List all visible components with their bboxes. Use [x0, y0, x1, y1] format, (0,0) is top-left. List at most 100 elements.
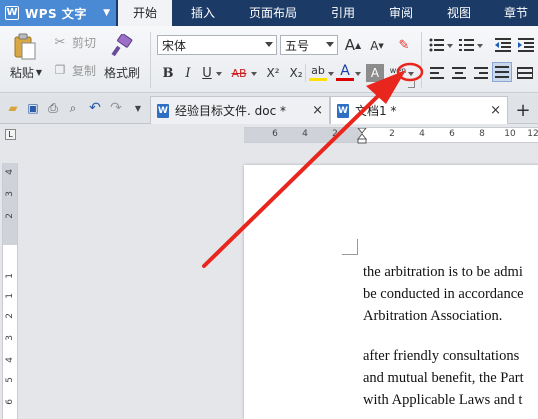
bold-button[interactable]: B — [159, 64, 177, 82]
paragraph-line: with Applicable Laws and t — [363, 392, 523, 408]
horizontal-ruler-row: L 6 4 2 2 4 6 8 10 12 — [0, 125, 538, 145]
ruler-number: 2 — [332, 129, 338, 139]
doc-tab-title: 经验目标文件. doc * — [175, 104, 287, 118]
ruler-number: 2 — [389, 129, 395, 139]
phonetic-label: wén — [389, 65, 407, 75]
font-size-value: 五号 — [285, 38, 310, 53]
align-right-icon[interactable] — [472, 64, 490, 82]
more-font-options-icon[interactable] — [408, 72, 414, 76]
copy-icon: ❐ — [54, 63, 66, 77]
open-folder-icon[interactable]: ▰ — [5, 100, 21, 116]
doc-tab-1[interactable]: W 经验目标文件. doc * × — [150, 96, 330, 124]
numbering-dropdown-icon[interactable] — [477, 44, 483, 48]
shrink-font-button[interactable]: A ▼ — [368, 37, 386, 55]
close-icon[interactable]: × — [312, 103, 323, 118]
chevron-down-icon — [265, 42, 273, 47]
bullet-list-icon[interactable] — [428, 36, 446, 54]
vertical-ruler[interactable]: 4 3 2 1 1 2 3 4 5 6 — [2, 163, 18, 419]
font-size-combo[interactable]: 五号 — [280, 35, 338, 55]
down-arrow-icon: ▼ — [378, 42, 384, 50]
ruler-number: 3 — [5, 335, 15, 341]
tab-review[interactable]: 审阅 — [376, 0, 426, 26]
ruler-number: 4 — [302, 129, 308, 139]
paragraph-line: and mutual benefit, the Part — [363, 370, 524, 386]
doc-tab-2[interactable]: W 文档1 * × — [330, 96, 508, 124]
tab-references[interactable]: 引用 — [318, 0, 368, 26]
paste-button[interactable]: 粘贴 ▼ — [6, 64, 46, 80]
paragraph-line: the arbitration is to be admi — [363, 264, 523, 280]
wps-logo-icon: W — [5, 6, 19, 20]
highlight-button[interactable]: ab — [309, 63, 327, 81]
decrease-indent-icon[interactable] — [494, 36, 512, 54]
ruler-number: 4 — [5, 169, 15, 175]
chevron-down-icon — [326, 42, 334, 47]
undo-icon[interactable]: ↶ — [87, 100, 103, 116]
distributed-align-icon[interactable] — [516, 64, 534, 82]
font-name-combo[interactable]: 宋体 — [157, 35, 277, 55]
ruler-number: 3 — [5, 191, 15, 197]
align-center-icon[interactable] — [450, 64, 468, 82]
tab-stop-selector[interactable]: L — [5, 129, 16, 140]
subscript-button[interactable]: X₂ — [285, 64, 307, 82]
ruler-number: 6 — [449, 129, 455, 139]
ruler-number: 2 — [5, 313, 15, 319]
highlight-dropdown-icon[interactable] — [328, 72, 334, 76]
app-menu-button[interactable]: W WPS 文字 ▼ — [0, 0, 116, 26]
tab-home[interactable]: 开始 — [118, 0, 172, 26]
ruler-number: 1 — [5, 273, 15, 279]
strike-dropdown-icon[interactable] — [251, 72, 257, 76]
ruler-number: 1 — [5, 293, 15, 299]
ruler-number: 10 — [504, 129, 516, 139]
underline-button[interactable]: U — [198, 64, 216, 82]
redo-icon[interactable]: ↷ — [108, 100, 124, 116]
copy-button[interactable]: 复制 — [70, 62, 98, 78]
scissors-icon: ✂ — [54, 34, 66, 50]
print-preview-icon[interactable]: ⌕ — [65, 100, 81, 116]
up-arrow-icon: ▲ — [355, 40, 362, 50]
format-painter-icon[interactable] — [108, 32, 136, 60]
format-painter-button[interactable]: 格式刷 — [102, 64, 142, 80]
font-color-dropdown-icon[interactable] — [355, 72, 361, 76]
ribbon-separator — [421, 32, 422, 88]
align-left-icon[interactable] — [428, 64, 446, 82]
clear-format-icon[interactable]: ✎ — [395, 36, 413, 54]
paste-icon[interactable] — [10, 32, 40, 62]
wps-writer-window: { "app": {"logo": "W", "name": "WPS 文字",… — [0, 0, 538, 419]
doc-tab-title: 文档1 * — [355, 104, 397, 118]
grow-font-button[interactable]: A ▲ — [344, 36, 362, 54]
document-page[interactable]: the arbitration is to be admi be conduct… — [244, 165, 538, 419]
paste-chevron-icon: ▼ — [35, 67, 43, 77]
strikethrough-button[interactable]: AB — [227, 64, 251, 82]
close-icon[interactable]: × — [490, 103, 501, 118]
indent-marker-icon[interactable] — [357, 128, 367, 144]
char-shading-button[interactable]: A — [366, 64, 384, 82]
font-name-value: 宋体 — [162, 38, 187, 53]
bullet-dropdown-icon[interactable] — [447, 44, 453, 48]
phonetic-guide-button[interactable]: wén — [389, 61, 407, 79]
horizontal-ruler[interactable]: 6 4 2 2 4 6 8 10 12 — [244, 127, 538, 144]
ruler-number: 4 — [419, 129, 425, 139]
increase-indent-icon[interactable] — [517, 36, 535, 54]
italic-button[interactable]: I — [179, 64, 197, 82]
new-tab-button[interactable]: + — [510, 96, 536, 124]
word-doc-icon: W — [337, 103, 349, 118]
cut-button[interactable]: 剪切 — [70, 34, 98, 50]
grow-font-icon: A — [344, 36, 356, 54]
font-color-button[interactable]: A — [336, 63, 354, 81]
justify-icon[interactable] — [492, 62, 512, 82]
ribbon-home: 粘贴 ▼ ✂ 剪切 ❐ 复制 格式刷 宋体 五号 A ▲ A ▼ ✎ B I U AB… — [0, 26, 538, 93]
tab-page-layout[interactable]: 页面布局 — [236, 0, 310, 26]
ruler-number: 12 — [527, 129, 538, 139]
underline-dropdown-icon[interactable] — [216, 72, 222, 76]
customize-toolbar-icon[interactable]: ▼ — [130, 100, 146, 116]
tab-insert[interactable]: 插入 — [176, 0, 230, 26]
save-icon[interactable]: ▣ — [25, 100, 41, 116]
numbered-list-icon[interactable] — [458, 36, 476, 54]
print-icon[interactable]: ⎙ — [45, 100, 61, 116]
font-dialog-launcher-icon[interactable] — [408, 81, 415, 88]
tab-view[interactable]: 视图 — [434, 0, 484, 26]
chevron-down-icon: ▼ — [103, 8, 110, 18]
tab-chapter[interactable]: 章节 — [494, 0, 538, 26]
superscript-button[interactable]: X² — [262, 64, 284, 82]
paragraph-line: be conducted in accordance — [363, 286, 524, 302]
